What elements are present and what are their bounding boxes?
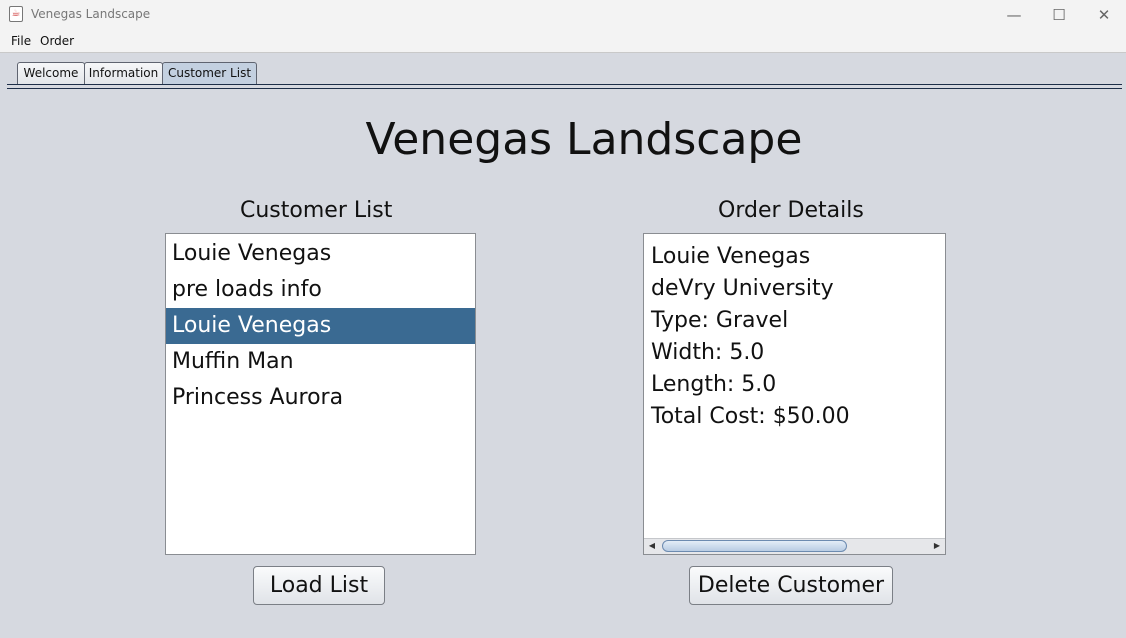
menu-file[interactable]: File bbox=[11, 34, 31, 48]
list-item-selected[interactable]: Louie Venegas bbox=[166, 308, 475, 344]
maximize-icon: ☐ bbox=[1052, 6, 1066, 24]
customer-list-title: Customer List bbox=[240, 198, 393, 223]
menu-bar: File Order bbox=[0, 30, 1126, 53]
customer-listbox[interactable]: Louie Venegas pre loads info Louie Veneg… bbox=[165, 233, 476, 555]
scroll-left-icon[interactable]: ◀ bbox=[645, 539, 659, 553]
tab-welcome[interactable]: Welcome bbox=[17, 62, 85, 84]
list-item[interactable]: pre loads info bbox=[166, 272, 475, 308]
page-title: Venegas Landscape bbox=[365, 114, 803, 165]
order-line: deVry University bbox=[651, 276, 834, 301]
list-item[interactable]: Louie Venegas bbox=[166, 236, 475, 272]
menu-order[interactable]: Order bbox=[40, 34, 74, 48]
minimize-icon: — bbox=[1006, 6, 1022, 24]
tab-information[interactable]: Information bbox=[84, 62, 163, 84]
order-line: Length: 5.0 bbox=[651, 372, 777, 397]
load-list-button[interactable]: Load List bbox=[253, 566, 385, 605]
delete-customer-button[interactable]: Delete Customer bbox=[689, 566, 893, 605]
minimize-button[interactable]: — bbox=[991, 0, 1037, 30]
order-line: Type: Gravel bbox=[651, 308, 789, 333]
scrollbar-thumb[interactable] bbox=[662, 540, 847, 552]
tab-divider bbox=[7, 84, 1122, 85]
title-bar: ☕ Venegas Landscape — ☐ ✕ bbox=[0, 0, 1126, 30]
order-details-title: Order Details bbox=[718, 198, 864, 223]
close-button[interactable]: ✕ bbox=[1081, 0, 1126, 30]
tab-customer-list[interactable]: Customer List bbox=[162, 62, 257, 84]
list-item[interactable]: Princess Aurora bbox=[166, 380, 475, 416]
horizontal-scrollbar[interactable]: ◀ ▶ bbox=[644, 538, 945, 554]
order-details-area[interactable]: Louie Venegas deVry University Type: Gra… bbox=[643, 233, 946, 555]
tab-divider-lower bbox=[7, 88, 1122, 89]
order-line: Total Cost: $50.00 bbox=[651, 404, 850, 429]
window-title: Venegas Landscape bbox=[31, 7, 151, 21]
java-cup-icon: ☕ bbox=[9, 6, 23, 22]
maximize-button[interactable]: ☐ bbox=[1036, 0, 1082, 30]
close-icon: ✕ bbox=[1097, 6, 1111, 24]
order-line: Width: 5.0 bbox=[651, 340, 765, 365]
list-item[interactable]: Muffin Man bbox=[166, 344, 475, 380]
scroll-right-icon[interactable]: ▶ bbox=[930, 539, 944, 553]
order-line: Louie Venegas bbox=[651, 244, 811, 269]
